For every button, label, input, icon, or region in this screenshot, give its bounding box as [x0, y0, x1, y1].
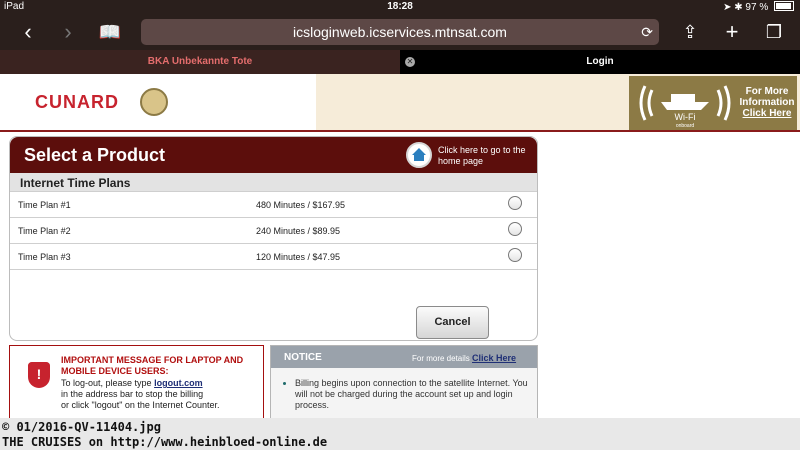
notice-box: NOTICE For more details Click Here Billi…	[270, 345, 538, 427]
tab-label: BKA Unbekannte Tote	[147, 56, 253, 67]
select-product-panel: Select a Product Click here to go to the…	[9, 136, 538, 341]
site-header: CUNARD Wi-Fi onboard For More Informatio…	[0, 74, 800, 130]
plan-desc: 480 Minutes / $167.95	[256, 200, 346, 210]
right-empty-area	[538, 132, 800, 425]
wifi-more-info: For More Information Click Here	[737, 86, 797, 119]
wifi-label: Wi-Fi	[675, 112, 696, 122]
tab-bka[interactable]: BKA Unbekannte Tote	[0, 50, 400, 74]
important-message: ! IMPORTANT MESSAGE FOR LAPTOP AND MOBIL…	[9, 345, 264, 427]
tab-bar: BKA Unbekannte Tote ✕ Login	[0, 50, 800, 74]
forward-icon[interactable]: ›	[56, 18, 80, 46]
page-title: Select a Product	[24, 145, 166, 165]
important-title: IMPORTANT MESSAGE FOR LAPTOP AND MOBILE …	[61, 355, 244, 376]
wifi-sub: onboard	[676, 123, 695, 128]
important-line1: To log-out, please type	[61, 378, 152, 388]
wifi-ship-icon: Wi-Fi onboard	[639, 85, 731, 128]
logout-link[interactable]: logout.com	[154, 378, 203, 388]
panel-header: Select a Product Click here to go to the…	[10, 137, 537, 173]
plan-name: Time Plan #2	[18, 226, 71, 236]
plans-divider	[10, 269, 537, 270]
tab-label: Login	[586, 56, 614, 67]
plan-row[interactable]: Time Plan #2 240 Minutes / $89.95	[10, 217, 537, 244]
plan-row[interactable]: Time Plan #3 120 Minutes / $47.95	[10, 243, 537, 270]
battery-percent: 97 %	[745, 2, 769, 13]
important-line3: or click "logout" on the Internet Counte…	[61, 400, 220, 410]
notice-title: NOTICE	[284, 352, 322, 363]
plan-row[interactable]: Time Plan #1 480 Minutes / $167.95	[10, 191, 537, 218]
status-right: ➤ ✱ 97 %	[723, 1, 794, 13]
footer-line1: © 01/2016-QV-11404.jpg	[2, 420, 161, 434]
new-tab-icon[interactable]: +	[720, 18, 744, 46]
brand-logo[interactable]: CUNARD	[35, 92, 119, 113]
watermark-footer: © 01/2016-QV-11404.jpg THE CRUISES on ht…	[0, 418, 800, 450]
plan-desc: 120 Minutes / $47.95	[256, 252, 341, 262]
crest-icon	[140, 88, 168, 116]
plan-radio[interactable]	[508, 196, 522, 210]
notice-more: For more details Click Here	[412, 353, 516, 363]
share-icon[interactable]: ⇪	[678, 18, 702, 46]
important-line2: in the address bar to stop the billing	[61, 389, 204, 399]
close-tab-icon[interactable]: ✕	[405, 57, 415, 67]
home-icon[interactable]	[406, 142, 432, 168]
wifi-promo[interactable]: Wi-Fi onboard For More Information Click…	[629, 76, 797, 130]
plans-header: Internet Time Plans	[10, 173, 537, 191]
plan-radio[interactable]	[508, 222, 522, 236]
bluetooth-icon: ✱	[734, 2, 743, 13]
battery-icon	[774, 1, 794, 11]
address-bar[interactable]: icsloginweb.icservices.mtnsat.com ⟳	[141, 19, 659, 45]
notice-click-here-link[interactable]: Click Here	[472, 353, 516, 363]
plan-name: Time Plan #3	[18, 252, 71, 262]
back-icon[interactable]: ‹	[16, 18, 40, 46]
browser-toolbar: ‹ › 📖 icsloginweb.icservices.mtnsat.com …	[0, 14, 800, 50]
notice-bullet: Billing begins upon connection to the sa…	[295, 378, 528, 411]
warning-shield-icon: !	[28, 362, 50, 388]
more-info-text: For More Information	[739, 86, 795, 108]
important-body: To log-out, please type logout.com in th…	[61, 378, 256, 411]
plan-desc: 240 Minutes / $89.95	[256, 226, 341, 236]
plans-header-label: Internet Time Plans	[20, 176, 131, 190]
location-icon: ➤	[723, 2, 732, 13]
status-bar: iPad 18:28 ➤ ✱ 97 %	[0, 0, 800, 14]
status-time: 18:28	[387, 1, 413, 12]
plan-name: Time Plan #1	[18, 200, 71, 210]
notice-header: NOTICE For more details Click Here	[271, 346, 537, 368]
tab-login[interactable]: Login	[400, 50, 800, 74]
footer-line2: THE CRUISES on http://www.heinbloed-onli…	[2, 435, 328, 449]
notice-more-text: For more details	[412, 354, 470, 363]
notice-body: Billing begins upon connection to the sa…	[283, 378, 528, 411]
url-text: icsloginweb.icservices.mtnsat.com	[293, 24, 507, 40]
plan-radio[interactable]	[508, 248, 522, 262]
cancel-button[interactable]: Cancel	[416, 306, 489, 339]
bookmarks-icon[interactable]: 📖	[96, 18, 124, 46]
reload-icon[interactable]: ⟳	[641, 19, 653, 45]
home-note[interactable]: Click here to go to the home page	[438, 145, 528, 167]
click-here-link[interactable]: Click Here	[737, 108, 797, 119]
tabs-overview-icon[interactable]: ❐	[760, 18, 788, 46]
